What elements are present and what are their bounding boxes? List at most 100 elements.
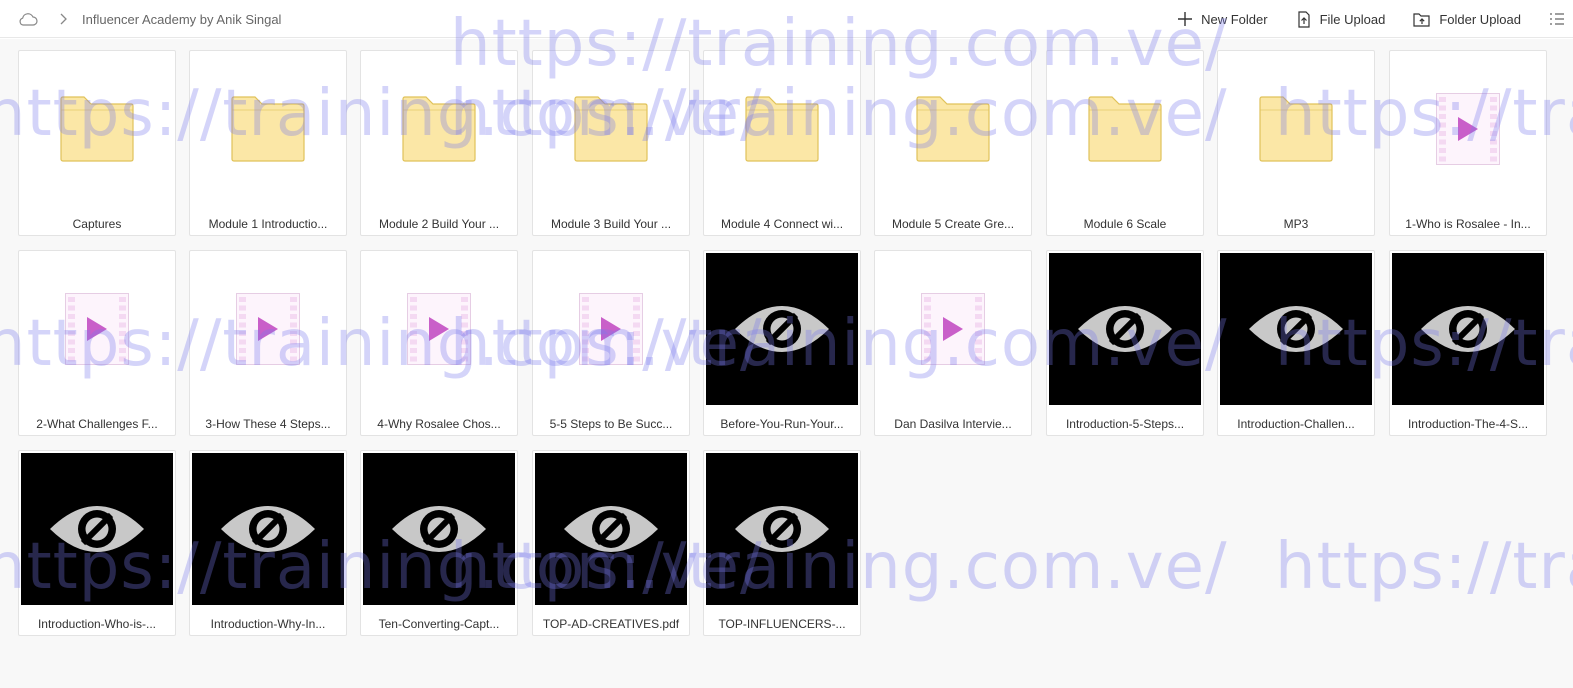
- item-name: Module 3 Build Your ...: [550, 217, 672, 231]
- hidden-preview-icon: [1421, 306, 1515, 352]
- item-name: Module 6 Scale: [1083, 217, 1167, 231]
- list-view-icon[interactable]: [1549, 11, 1565, 27]
- file-upload-icon: [1297, 10, 1310, 28]
- folder-item[interactable]: Module 6 Scale: [1046, 50, 1204, 236]
- hidden-preview-icon: [564, 506, 658, 552]
- item-thumbnail: [706, 453, 858, 605]
- item-name: Module 1 Introductio...: [208, 217, 328, 231]
- item-name: Module 2 Build Your ...: [378, 217, 500, 231]
- item-thumbnail: [361, 251, 517, 407]
- file-item[interactable]: Ten-Converting-Capt...: [360, 450, 518, 636]
- folder-item[interactable]: Module 3 Build Your ...: [532, 50, 690, 236]
- item-thumbnail: [875, 251, 1031, 407]
- folder-icon: [745, 96, 819, 162]
- item-thumbnail: [19, 51, 175, 207]
- folder-item[interactable]: Module 1 Introductio...: [189, 50, 347, 236]
- video-file-icon: [407, 293, 471, 365]
- top-bar: Influencer Academy by Anik Singal New Fo…: [0, 0, 1573, 38]
- item-thumbnail: [1392, 253, 1544, 405]
- file-item[interactable]: Dan Dasilva Intervie...: [874, 250, 1032, 436]
- file-item[interactable]: Introduction-Who-is-...: [18, 450, 176, 636]
- hidden-preview-icon: [1078, 306, 1172, 352]
- file-upload-label: File Upload: [1319, 11, 1386, 27]
- hidden-preview-icon: [221, 506, 315, 552]
- item-thumbnail: [1220, 253, 1372, 405]
- folder-item[interactable]: Captures: [18, 50, 176, 236]
- folder-item[interactable]: MP3: [1217, 50, 1375, 236]
- item-thumbnail: [19, 251, 175, 407]
- item-name: Introduction-The-4-S...: [1407, 417, 1529, 431]
- item-name: MP3: [1283, 217, 1309, 231]
- cloud-icon[interactable]: [18, 12, 38, 26]
- item-name: TOP-INFLUENCERS-...: [718, 617, 846, 631]
- item-name: Introduction-Challen...: [1237, 417, 1355, 431]
- folder-item[interactable]: Module 4 Connect wi...: [703, 50, 861, 236]
- file-upload-button[interactable]: File Upload: [1296, 10, 1386, 28]
- folder-upload-label: Folder Upload: [1439, 11, 1521, 27]
- breadcrumb-current[interactable]: Influencer Academy by Anik Singal: [82, 12, 281, 27]
- breadcrumb: Influencer Academy by Anik Singal: [18, 9, 281, 29]
- item-name: Module 5 Create Gre...: [891, 217, 1015, 231]
- file-item[interactable]: 1-Who is Rosalee - In...: [1389, 50, 1547, 236]
- folder-icon: [574, 96, 648, 162]
- item-name: 3-How These 4 Steps...: [205, 417, 331, 431]
- file-item[interactable]: 3-How These 4 Steps...: [189, 250, 347, 436]
- folder-upload-icon: [1413, 13, 1430, 27]
- item-name: Ten-Converting-Capt...: [378, 617, 500, 631]
- item-thumbnail: [1049, 253, 1201, 405]
- file-item[interactable]: TOP-INFLUENCERS-...: [703, 450, 861, 636]
- plus-icon: [1178, 12, 1193, 26]
- file-item[interactable]: Introduction-The-4-S...: [1389, 250, 1547, 436]
- item-thumbnail: [1218, 51, 1374, 207]
- item-thumbnail: [704, 51, 860, 207]
- folder-icon: [402, 96, 476, 162]
- video-file-icon: [1436, 93, 1500, 165]
- item-thumbnail: [192, 453, 344, 605]
- file-item[interactable]: 4-Why Rosalee Chos...: [360, 250, 518, 436]
- file-item[interactable]: Introduction-Why-In...: [189, 450, 347, 636]
- hidden-preview-icon: [1249, 306, 1343, 352]
- item-thumbnail: [190, 51, 346, 207]
- folder-icon: [1259, 96, 1333, 162]
- item-name: Module 4 Connect wi...: [720, 217, 844, 231]
- item-thumbnail: [361, 51, 517, 207]
- item-thumbnail: [875, 51, 1031, 207]
- file-item[interactable]: 5-5 Steps to Be Succ...: [532, 250, 690, 436]
- item-name: 2-What Challenges F...: [36, 417, 158, 431]
- item-name: TOP-AD-CREATIVES.pdf: [542, 617, 680, 631]
- new-folder-button[interactable]: New Folder: [1177, 11, 1268, 27]
- item-thumbnail: [190, 251, 346, 407]
- video-file-icon: [236, 293, 300, 365]
- folder-item[interactable]: Module 5 Create Gre...: [874, 50, 1032, 236]
- folder-icon: [231, 96, 305, 162]
- item-thumbnail: [21, 453, 173, 605]
- item-name: 1-Who is Rosalee - In...: [1405, 217, 1531, 231]
- folder-item[interactable]: Module 2 Build Your ...: [360, 50, 518, 236]
- file-grid: Captures Module 1 Introductio... Module 2 …: [0, 39, 1573, 688]
- folder-icon: [1088, 96, 1162, 162]
- item-thumbnail: [1047, 51, 1203, 207]
- folder-upload-button[interactable]: Folder Upload: [1413, 11, 1521, 27]
- item-thumbnail: [706, 253, 858, 405]
- item-name: Captures: [72, 217, 122, 231]
- item-name: 5-5 Steps to Be Succ...: [549, 417, 673, 431]
- folder-icon: [916, 96, 990, 162]
- hidden-preview-icon: [50, 506, 144, 552]
- item-thumbnail: [533, 251, 689, 407]
- video-file-icon: [65, 293, 129, 365]
- hidden-preview-icon: [735, 506, 829, 552]
- item-name: Introduction-Who-is-...: [37, 617, 157, 631]
- item-thumbnail: [1390, 51, 1546, 207]
- file-item[interactable]: Introduction-Challen...: [1217, 250, 1375, 436]
- file-item[interactable]: Before-You-Run-Your...: [703, 250, 861, 436]
- folder-icon: [60, 96, 134, 162]
- item-name: Introduction-Why-In...: [210, 617, 326, 631]
- video-file-icon: [579, 293, 643, 365]
- item-name: Introduction-5-Steps...: [1065, 417, 1185, 431]
- file-item[interactable]: TOP-AD-CREATIVES.pdf: [532, 450, 690, 636]
- toolbar-actions: New Folder File Upload Folder Upload: [1177, 0, 1573, 38]
- file-item[interactable]: Introduction-5-Steps...: [1046, 250, 1204, 436]
- file-item[interactable]: 2-What Challenges F...: [18, 250, 176, 436]
- hidden-preview-icon: [735, 306, 829, 352]
- hidden-preview-icon: [392, 506, 486, 552]
